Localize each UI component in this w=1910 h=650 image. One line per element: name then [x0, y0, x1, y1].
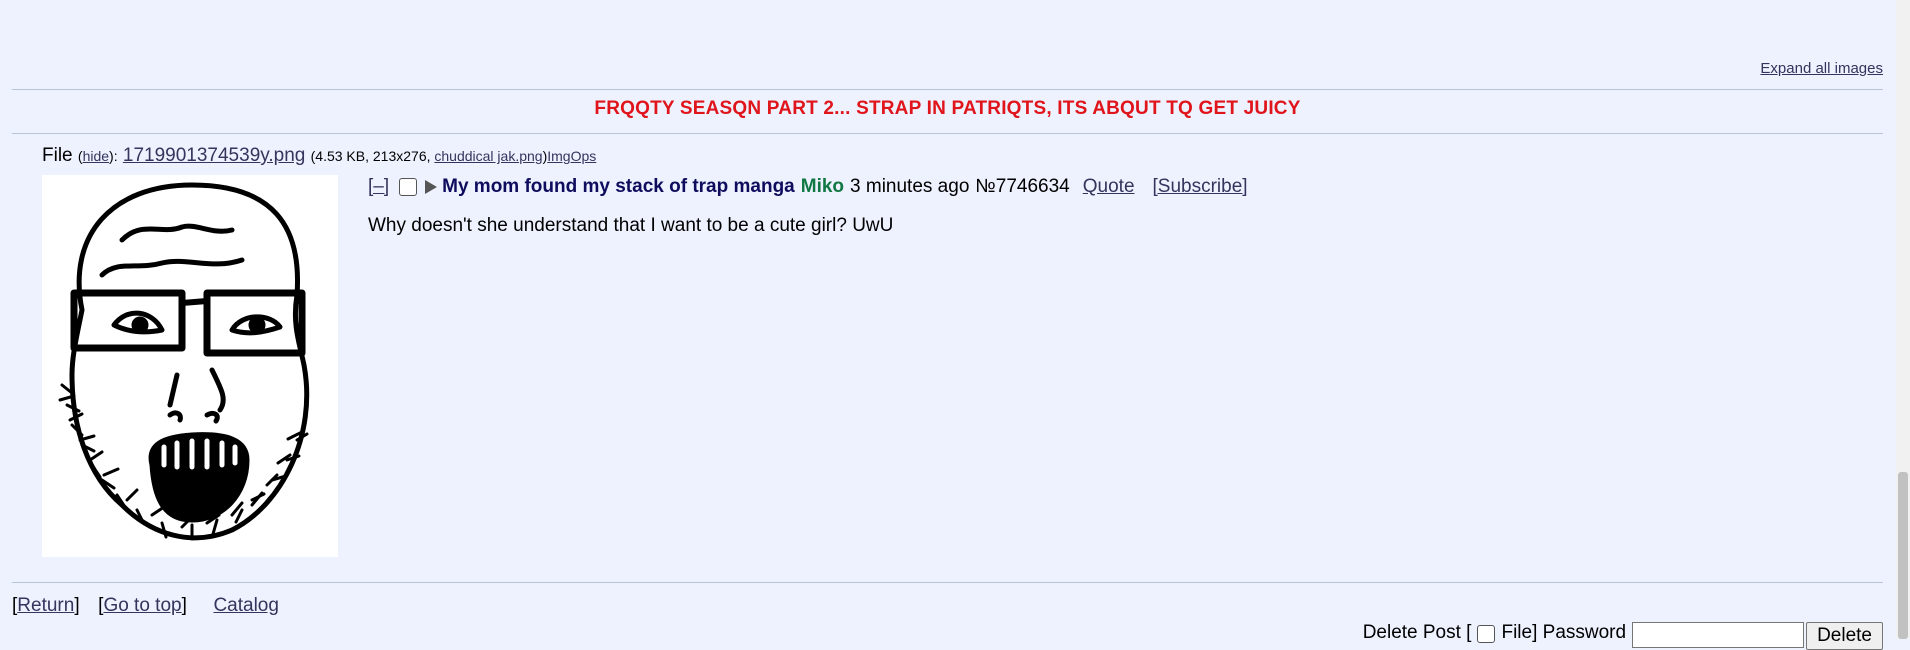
divider-announcement: [12, 133, 1883, 134]
imgops-link[interactable]: ImgOps: [547, 148, 596, 164]
divider-top: [12, 89, 1883, 90]
delete-button[interactable]: Delete: [1806, 622, 1883, 650]
post-datetime: 3 minutes ago: [850, 176, 970, 197]
top-links: Expand all images: [1760, 60, 1883, 77]
scrollbar-thumb[interactable]: [1898, 472, 1908, 639]
collapse-post-button[interactable]: [–]: [368, 176, 389, 198]
delete-post-form: Delete Post [ File] Password Delete: [1363, 622, 1883, 650]
quote-link[interactable]: Quote: [1083, 176, 1135, 198]
divider-bottom: [12, 582, 1883, 583]
file-password-label: File] Password: [1501, 622, 1627, 643]
hide-file-link[interactable]: hide: [83, 148, 109, 164]
post-menu-triangle-icon[interactable]: [425, 180, 438, 194]
password-input[interactable]: [1632, 622, 1805, 648]
page-scrollbar[interactable]: [1896, 0, 1910, 639]
post-header: [–] My mom found my stack of trap manga …: [368, 176, 1248, 198]
announcement-banner: FRQQTY SEASQN PART 2... STRAP IN PATRIQT…: [594, 98, 1301, 119]
post-number[interactable]: №7746634: [975, 176, 1069, 198]
subscribe-link[interactable]: [Subscribe]: [1153, 176, 1248, 198]
post-select-checkbox[interactable]: [399, 178, 418, 196]
return-link[interactable]: Return: [17, 595, 74, 616]
post-body: Why doesn't she understand that I want t…: [368, 215, 894, 236]
catalog-link[interactable]: Catalog: [213, 595, 279, 616]
post-image[interactable]: [42, 175, 338, 557]
wojak-face-image: [58, 182, 310, 541]
file-meta: 4.53 KB, 213x276,: [315, 148, 431, 164]
poster-name: Miko: [800, 176, 845, 197]
file-info: File (hide): 1719901374539y.png (4.53 KB…: [42, 145, 597, 166]
post-subject: My mom found my stack of trap manga: [442, 176, 795, 197]
bottom-navigation: [Return] [Go to top] Catalog: [12, 595, 279, 616]
go-to-top-link[interactable]: Go to top: [103, 595, 181, 616]
expand-all-images-link[interactable]: Expand all images: [1760, 60, 1883, 77]
delete-post-label: Delete Post [: [1362, 622, 1472, 643]
file-label: File: [42, 145, 73, 166]
file-name-link[interactable]: 1719901374539y.png: [123, 145, 305, 166]
original-filename-link[interactable]: chuddical jak.png: [434, 148, 542, 164]
delete-file-only-checkbox[interactable]: [1477, 625, 1496, 643]
